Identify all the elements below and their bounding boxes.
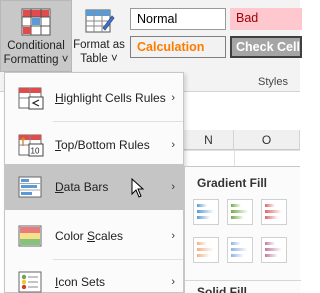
gradient-red-bar-icon: [265, 204, 282, 219]
gradient-blue-bar-icon: [197, 204, 214, 219]
cf-label-line1: Conditional: [7, 40, 65, 52]
menu-item-label: Top/Bottom Rules: [55, 138, 150, 152]
gradient-lightblue-bar-icon: [231, 242, 248, 257]
data-bars-submenu: Gradient Fill Solid Fill: [184, 166, 301, 293]
column-header-n[interactable]: N: [184, 130, 234, 150]
column-header-o[interactable]: O: [234, 130, 300, 150]
fat-label-line1: Format as: [73, 39, 125, 51]
style-calculation[interactable]: Calculation: [130, 36, 226, 58]
icon-sets-icon: [17, 269, 45, 293]
gridline: [184, 150, 300, 151]
submenu-separator: [185, 280, 301, 281]
style-normal[interactable]: Normal: [130, 8, 226, 30]
top-bottom-icon: 10: [17, 132, 45, 158]
menu-item-top-bottom-rules[interactable]: 10 Top/Bottom Rules ›: [5, 122, 183, 168]
menu-item-label: Highlight Cells Rules: [55, 91, 166, 105]
menu-item-highlight-cells-rules[interactable]: Highlight Cells Rules ›: [5, 75, 183, 121]
fat-label-line2: Table ˅: [80, 53, 118, 65]
color-scales-icon: [17, 223, 45, 249]
conditional-formatting-icon: [20, 7, 52, 37]
gradient-orange-data-bar[interactable]: [193, 237, 219, 263]
format-as-table-button[interactable]: Format as Table ˅: [72, 0, 126, 72]
cf-label-line2: Formatting ˅: [3, 54, 69, 66]
mouse-pointer-icon: [131, 177, 145, 198]
data-bars-icon: [17, 174, 45, 200]
menu-item-color-scales[interactable]: Color Scales ›: [5, 213, 183, 259]
style-check-cell[interactable]: Check Cell: [230, 36, 302, 58]
gradient-green-bar-icon: [231, 204, 248, 219]
menu-item-label: Color Scales: [55, 229, 124, 243]
gradient-blue-data-bar[interactable]: [193, 199, 219, 225]
gradient-lightblue-data-bar[interactable]: [227, 237, 253, 263]
menu-item-label: Icon Sets: [55, 275, 106, 289]
menu-item-icon-sets[interactable]: Icon Sets ›: [5, 259, 183, 293]
highlight-cells-icon: [17, 85, 45, 111]
gradient-green-data-bar[interactable]: [227, 199, 253, 225]
chevron-right-icon: ›: [171, 181, 175, 193]
chevron-right-icon: ›: [171, 139, 175, 151]
solid-fill-header: Solid Fill: [197, 285, 247, 293]
gradient-purple-bar-icon: [265, 242, 282, 257]
menu-item-label: Data Bars: [55, 180, 109, 194]
gradient-red-data-bar[interactable]: [261, 199, 287, 225]
gradient-fill-header: Gradient Fill: [197, 176, 268, 190]
menu-item-data-bars[interactable]: Data Bars ›: [5, 164, 183, 210]
conditional-formatting-menu: Highlight Cells Rules › 10 Top/Bottom Ru…: [4, 72, 184, 293]
gradient-orange-bar-icon: [197, 242, 214, 257]
chevron-right-icon: ›: [171, 276, 175, 288]
styles-group-label: Styles: [258, 76, 288, 88]
gradient-purple-data-bar[interactable]: [261, 237, 287, 263]
chevron-right-icon: ›: [171, 230, 175, 242]
style-bad[interactable]: Bad: [230, 8, 302, 30]
svg-text:10: 10: [31, 147, 40, 156]
chevron-right-icon: ›: [171, 92, 175, 104]
format-as-table-icon: [83, 6, 115, 36]
conditional-formatting-button[interactable]: Conditional Formatting ˅: [0, 0, 72, 72]
